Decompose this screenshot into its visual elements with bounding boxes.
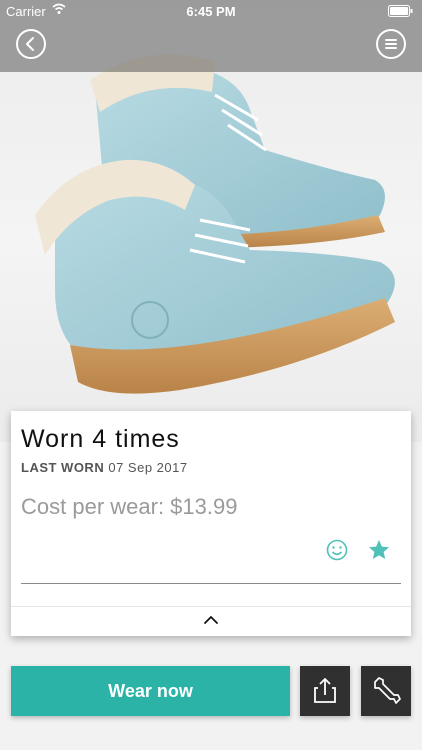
worn-count-title: Worn 4 times	[21, 425, 180, 453]
status-bar: Carrier 6:45 PM	[0, 0, 422, 22]
last-worn-line: LAST WORN 07 Sep 2017	[21, 460, 188, 475]
wear-now-button[interactable]: Wear now	[11, 666, 290, 716]
last-worn-date: 07 Sep 2017	[108, 460, 188, 475]
smile-icon[interactable]	[326, 539, 348, 561]
share-icon	[314, 678, 336, 703]
chevron-up-icon[interactable]	[201, 612, 221, 628]
menu-button[interactable]	[376, 29, 406, 59]
share-button[interactable]	[300, 666, 350, 716]
cost-per-wear: Cost per wear: $13.99	[21, 494, 238, 519]
wear-stats-card: Worn 4 times LAST WORN 07 Sep 2017 Cost …	[11, 411, 411, 636]
settings-wrench-button[interactable]	[361, 666, 411, 716]
wrench-icon	[374, 677, 401, 704]
star-icon[interactable]	[367, 538, 391, 562]
clock: 6:45 PM	[186, 4, 236, 19]
card-footer-divider	[11, 606, 411, 607]
back-button[interactable]	[16, 29, 46, 59]
menu-icon	[385, 39, 397, 49]
last-worn-label: LAST WORN	[21, 460, 105, 475]
card-divider	[21, 583, 401, 584]
chevron-left-icon	[26, 37, 34, 51]
battery-icon	[388, 5, 413, 17]
